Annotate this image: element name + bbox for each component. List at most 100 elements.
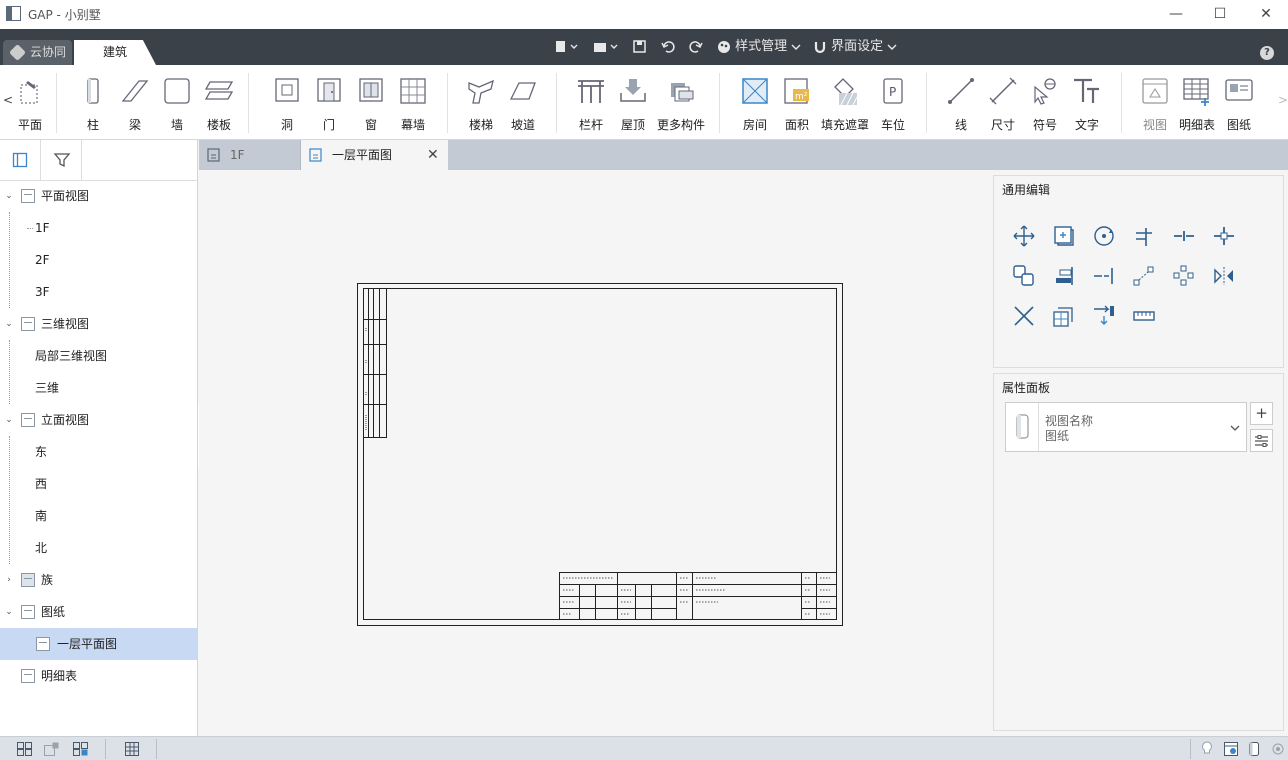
grid-view-icon[interactable] bbox=[17, 742, 33, 756]
matching-attribute-icon[interactable] bbox=[1052, 304, 1076, 328]
copy-icon[interactable] bbox=[1052, 224, 1076, 248]
3d-view-icon bbox=[21, 317, 35, 331]
expand-chevron-icon[interactable]: ⌄ bbox=[4, 180, 14, 212]
ribbon-area-button[interactable]: m² 面积 bbox=[775, 73, 819, 135]
design-option-icon[interactable] bbox=[1249, 742, 1259, 756]
settings-gear-icon[interactable] bbox=[1272, 743, 1284, 755]
open-file-button[interactable] bbox=[593, 38, 619, 56]
new-file-button[interactable] bbox=[555, 38, 579, 56]
panel-layout-button[interactable] bbox=[0, 140, 41, 180]
menu-bar: 云协同 建筑 样式管理 界面设定 ? bbox=[0, 29, 1288, 65]
tree-node-elevations[interactable]: ⌄ 立面视图 bbox=[0, 404, 197, 436]
room-icon bbox=[742, 78, 768, 104]
mirror-icon[interactable] bbox=[1212, 264, 1236, 288]
tree-node-2f[interactable]: 2F bbox=[0, 244, 197, 276]
ribbon-fill-mask-button[interactable]: 填充遮罩 bbox=[821, 73, 869, 135]
tree-node-east[interactable]: 东 bbox=[0, 436, 197, 468]
ribbon-sheet-button[interactable]: 图纸 bbox=[1217, 73, 1261, 135]
tree-node-3d-views[interactable]: ⌄ 三维视图 bbox=[0, 308, 197, 340]
sheet-type-icon bbox=[1016, 414, 1029, 439]
tree-label: 南 bbox=[35, 509, 48, 523]
tree-node-plan-views[interactable]: ⌄ 平面视图 bbox=[0, 180, 197, 212]
view-type-selector[interactable]: 视图名称 图纸 bbox=[1005, 402, 1247, 452]
tree-node-local-3d[interactable]: 局部三维视图 bbox=[0, 340, 197, 372]
extend-to-icon[interactable] bbox=[1092, 304, 1116, 328]
expand-chevron-icon[interactable]: ⌄ bbox=[4, 596, 14, 628]
save-button[interactable] bbox=[633, 38, 647, 56]
ribbon-scroll-right[interactable]: > bbox=[1278, 93, 1288, 107]
move-icon[interactable] bbox=[1012, 224, 1036, 248]
ribbon-more-components-button[interactable]: 更多构件 bbox=[657, 73, 705, 135]
symbol-icon bbox=[1034, 78, 1056, 105]
tab-1f[interactable]: 1F bbox=[199, 140, 301, 170]
maximize-button[interactable]: ☐ bbox=[1205, 3, 1235, 25]
tree-node-west[interactable]: 西 bbox=[0, 468, 197, 500]
ribbon-ramp-button[interactable]: 坡道 bbox=[501, 73, 545, 135]
ribbon-separator bbox=[1121, 73, 1122, 133]
tree-node-sheet-floor1[interactable]: 一层平面图 bbox=[0, 628, 197, 660]
tree-node-family[interactable]: › 族 bbox=[0, 564, 197, 596]
measure-icon[interactable] bbox=[1132, 304, 1156, 328]
cloud-collab-tab[interactable]: 云协同 bbox=[3, 40, 72, 65]
tree-guide bbox=[27, 228, 33, 229]
slab-icon bbox=[204, 81, 234, 100]
new-file-icon bbox=[556, 40, 578, 52]
filter-button[interactable] bbox=[41, 140, 82, 180]
ribbon-roof-button[interactable]: 屋顶 bbox=[611, 73, 655, 135]
browser-toolbar bbox=[0, 140, 198, 181]
ribbon-plan-button[interactable]: 平面 bbox=[6, 73, 50, 135]
join-icon[interactable] bbox=[1012, 264, 1036, 288]
style-management-label: 样式管理 bbox=[735, 39, 788, 54]
help-icon[interactable]: ? bbox=[1260, 46, 1274, 60]
tree-node-3f[interactable]: 3F bbox=[0, 276, 197, 308]
ui-settings-menu[interactable]: 界面设定 bbox=[813, 38, 897, 56]
offset-icon[interactable] bbox=[1092, 264, 1116, 288]
drawing-canvas[interactable] bbox=[199, 170, 993, 736]
tree-node-sheets[interactable]: ⌄ 图纸 bbox=[0, 596, 197, 628]
layout-view-icon[interactable] bbox=[44, 742, 60, 756]
schedule-icon bbox=[21, 669, 35, 683]
style-management-menu[interactable]: 样式管理 bbox=[717, 38, 801, 56]
rotate-icon[interactable] bbox=[1092, 224, 1116, 248]
properties-panel: 属性面板 视图名称 图纸 + bbox=[993, 373, 1284, 731]
type-thumbnail bbox=[1006, 403, 1039, 451]
add-type-button[interactable]: + bbox=[1250, 402, 1273, 425]
align-icon[interactable] bbox=[1052, 264, 1076, 288]
tree-label: 一层平面图 bbox=[57, 637, 118, 651]
tile-view-icon[interactable] bbox=[73, 742, 89, 756]
view-icon bbox=[1142, 78, 1168, 104]
close-window-button[interactable]: ✕ bbox=[1251, 3, 1281, 25]
tree-node-schedule[interactable]: 明细表 bbox=[0, 660, 197, 692]
tree-node-3d[interactable]: 三维 bbox=[0, 372, 197, 404]
tree-node-north[interactable]: 北 bbox=[0, 532, 197, 564]
array-diagonal-icon[interactable] bbox=[1132, 264, 1156, 288]
expand-chevron-icon[interactable]: › bbox=[4, 564, 14, 596]
tree-node-south[interactable]: 南 bbox=[0, 500, 197, 532]
close-tab-button[interactable]: ✕ bbox=[427, 140, 439, 170]
tree-label: 2F bbox=[35, 253, 50, 267]
edit-type-button[interactable] bbox=[1250, 429, 1273, 452]
split-icon[interactable] bbox=[1172, 224, 1196, 248]
ribbon-slab-button[interactable]: 楼板 bbox=[197, 73, 241, 135]
trim-extend-icon[interactable] bbox=[1132, 224, 1156, 248]
architecture-tab[interactable]: 建筑 bbox=[74, 40, 156, 65]
array-grid-icon[interactable] bbox=[1172, 264, 1196, 288]
ribbon-separator bbox=[926, 73, 927, 133]
ribbon-curtain-wall-button[interactable]: 幕墙 bbox=[391, 73, 435, 135]
redo-button[interactable] bbox=[689, 38, 703, 56]
tree-node-1f[interactable]: 1F bbox=[0, 212, 197, 244]
expand-chevron-icon[interactable]: ⌄ bbox=[4, 404, 14, 436]
ribbon-parking-button[interactable]: P 车位 bbox=[871, 73, 915, 135]
break-icon[interactable] bbox=[1212, 224, 1236, 248]
minimize-button[interactable]: — bbox=[1161, 3, 1191, 25]
table-grid-icon[interactable] bbox=[125, 742, 139, 756]
ribbon-text-button[interactable]: 文字 bbox=[1065, 73, 1109, 135]
lightbulb-icon[interactable] bbox=[1201, 741, 1213, 757]
general-edit-panel: 通用编辑 bbox=[993, 175, 1284, 368]
window-title: GAP - 小别墅 bbox=[28, 8, 101, 22]
delete-icon[interactable] bbox=[1012, 304, 1036, 328]
undo-button[interactable] bbox=[661, 38, 675, 56]
tab-sheet-floor1[interactable]: 一层平面图 ✕ bbox=[301, 140, 448, 170]
workset-icon[interactable] bbox=[1224, 742, 1238, 756]
expand-chevron-icon[interactable]: ⌄ bbox=[4, 308, 14, 340]
